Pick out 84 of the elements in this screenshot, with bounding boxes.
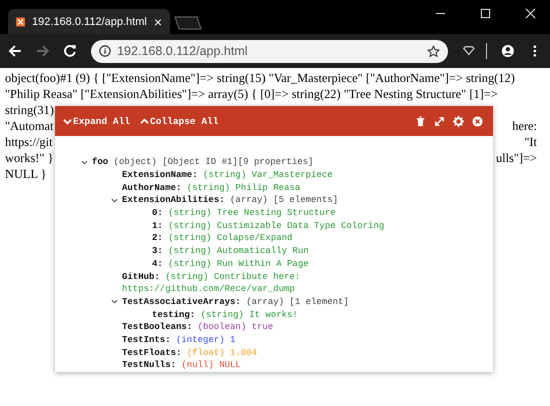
- expand-all-button[interactable]: Expand All: [61, 114, 132, 128]
- key-text: ExtensionAbilities:: [122, 195, 225, 206]
- type-text: (string): [168, 258, 212, 269]
- key-text: 0:: [152, 208, 163, 218]
- account-icon[interactable]: [500, 44, 514, 58]
- chevron-icon[interactable]: [111, 196, 118, 204]
- back-icon[interactable]: [8, 44, 22, 58]
- meta-text: [Object ID #1][9 properties]: [162, 157, 314, 168]
- type-text: (boolean): [198, 322, 246, 332]
- type-text: (null): [181, 360, 214, 370]
- type-text: (string): [203, 170, 246, 180]
- key-text: TestInts:: [122, 334, 171, 345]
- type-text: (string): [200, 310, 244, 320]
- value-text: Run Within A Page: [216, 258, 309, 269]
- value-text: Automatically Run: [216, 246, 309, 256]
- value-text: NULL: [219, 360, 241, 370]
- value-text: Custimizable Data Type Coloring: [216, 220, 384, 231]
- value-text: true: [252, 322, 274, 332]
- app-logo-icon: [16, 16, 26, 28]
- info-icon: [99, 45, 112, 57]
- key-text: TestNulls:: [122, 360, 176, 370]
- shield-icon[interactable]: [462, 44, 476, 58]
- chevron-up-icon: [140, 116, 150, 126]
- value-text: Tree Nesting Structure: [216, 208, 336, 218]
- key-text: foo: [92, 157, 108, 168]
- chevron-icon[interactable]: [81, 158, 88, 166]
- value-text: 1: [230, 334, 236, 345]
- type-text: (string): [165, 272, 208, 282]
- type-text: (float): [186, 348, 225, 358]
- dump-text: "Philip Reasa" ["ExtensionAbilities"]=> array(5) { [0]=> string(22) "Tree Nesting Structure" [1]=>: [5, 86, 498, 102]
- url-text: 192.168.0.112/app.html: [117, 44, 249, 58]
- type-text: (string): [168, 246, 212, 256]
- dump-text: NULL }: [5, 166, 47, 182]
- key-text: TestBooleans:: [122, 322, 192, 332]
- fullscreen-icon[interactable]: [434, 116, 445, 126]
- key-text: 1:: [152, 220, 163, 231]
- star-icon[interactable]: [426, 44, 440, 58]
- type-text: (object): [114, 157, 157, 168]
- collapse-all-button[interactable]: Collapse All: [138, 114, 220, 128]
- chevron-icon[interactable]: [111, 298, 118, 306]
- key-text: ExtensionName:: [122, 170, 198, 180]
- tab-close-button[interactable]: ×: [154, 14, 162, 30]
- dump-text: ulls"]=>: [496, 150, 538, 166]
- trash-icon[interactable]: [415, 116, 426, 126]
- value-text: 1.004: [230, 348, 258, 358]
- dump-text: "It: [524, 134, 538, 150]
- dump-text: https://git: [5, 134, 53, 150]
- chevron-down-icon: [63, 116, 72, 126]
- type-text: (string): [168, 233, 212, 244]
- type-text: (string): [186, 182, 230, 193]
- new-tab-button[interactable]: [174, 16, 202, 30]
- value-text: It works!: [249, 310, 298, 320]
- meta-text: [1 element]: [289, 296, 349, 307]
- browser-tab[interactable]: 192.168.0.112/app.html ×: [8, 9, 170, 34]
- type-text: (string): [168, 220, 212, 231]
- value-text: Colapse/Expand: [216, 233, 292, 244]
- type-text: (array): [230, 195, 268, 206]
- type-text: (integer): [176, 334, 225, 345]
- value-text: Contribute here:: [214, 272, 300, 282]
- dump-text: string(31): [5, 102, 54, 118]
- value-text: Philip Reasa: [235, 182, 300, 193]
- dump-text: object(foo)#1 (9) { ["ExtensionName"]=> string(15) "Var_Masterpiece" ["AuthorName"]=> string(12): [5, 70, 515, 86]
- key-text: TestFloats:: [122, 348, 182, 358]
- dump-text: works!" }: [5, 150, 54, 166]
- key-text: 3:: [152, 246, 163, 256]
- key-text: GitHub:: [122, 272, 160, 282]
- key-text: testing:: [152, 310, 196, 320]
- value-text: https://github.com/Rece/var_dump: [122, 284, 295, 294]
- type-text: (array): [246, 296, 284, 307]
- key-text: 2:: [152, 233, 163, 244]
- meta-text: [5 elements]: [273, 195, 338, 206]
- close-icon[interactable]: [525, 8, 536, 19]
- address-bar[interactable]: 192.168.0.112/app.html: [91, 40, 448, 62]
- dump-text: here:: [512, 118, 538, 134]
- key-text: 4:: [152, 258, 163, 269]
- key-text: TestAssociativeArrays:: [122, 296, 241, 307]
- type-text: (string): [168, 208, 212, 218]
- reload-icon[interactable]: [63, 44, 78, 58]
- dump-text: "Automat: [5, 118, 54, 134]
- value-text: Var_Masterpiece: [252, 170, 333, 180]
- maximize-icon[interactable]: [480, 8, 491, 19]
- settings-icon[interactable]: [453, 116, 464, 126]
- tab-title: 192.168.0.112/app.html: [32, 16, 147, 28]
- key-text: AuthorName:: [122, 182, 182, 193]
